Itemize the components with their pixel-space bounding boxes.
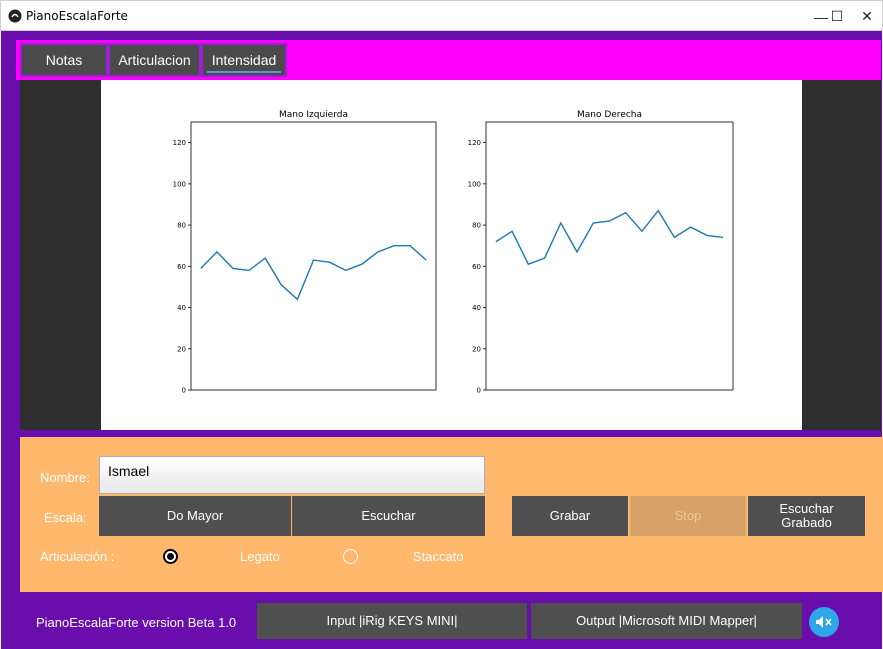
- chart-axes-frame: [485, 121, 734, 391]
- chart-title: Mano Derecha: [577, 110, 642, 120]
- scale-button[interactable]: Do Mayor: [99, 496, 291, 536]
- name-label: Nombre:: [40, 470, 90, 485]
- chart-axes-frame: [190, 121, 437, 391]
- staccato-label: Staccato: [413, 549, 464, 564]
- series-line: [495, 209, 724, 266]
- y-tick-label: 80: [177, 222, 186, 230]
- speaker-muted-icon: [816, 616, 832, 628]
- stop-button[interactable]: Stop: [630, 496, 746, 536]
- y-tick-label: 120: [173, 139, 186, 147]
- articulation-label: Articulación :: [40, 549, 115, 564]
- y-tick-label: 0: [182, 387, 186, 395]
- y-tick-label: 80: [472, 222, 481, 230]
- staccato-radio[interactable]: [343, 549, 358, 564]
- y-tick-label: 40: [472, 304, 481, 312]
- midi-input-button[interactable]: Input |iRig KEYS MINI|: [257, 603, 527, 639]
- version-text: PianoEscalaForte version Beta 1.0: [36, 615, 237, 630]
- listen-recorded-label: Grabado: [781, 515, 832, 530]
- listen-recorded-label: Escuchar: [779, 501, 834, 516]
- y-tick-label: 40: [177, 304, 186, 312]
- y-tick-label: 20: [472, 345, 481, 353]
- y-tick-label: 120: [468, 139, 481, 147]
- midi-output-button[interactable]: Output |Microsoft MIDI Mapper|: [531, 603, 802, 639]
- y-tick-label: 60: [472, 263, 481, 271]
- scale-label: Escala:: [44, 510, 87, 525]
- y-tick-label: 0: [477, 387, 481, 395]
- legato-label: Legato: [240, 549, 280, 564]
- listen-button[interactable]: Escuchar: [292, 496, 485, 536]
- y-tick-label: 100: [468, 180, 481, 188]
- listen-recorded-button[interactable]: Escuchar Grabado: [748, 496, 865, 536]
- mute-button[interactable]: [809, 607, 839, 637]
- y-tick-label: 60: [177, 263, 186, 271]
- chart-title: Mano Izquierda: [279, 110, 348, 120]
- name-input[interactable]: Ismael: [99, 456, 485, 494]
- y-tick-label: 20: [177, 345, 186, 353]
- record-button[interactable]: Grabar: [512, 496, 628, 536]
- series-line: [200, 244, 427, 301]
- y-tick-label: 100: [173, 180, 186, 188]
- legato-radio[interactable]: [163, 549, 178, 564]
